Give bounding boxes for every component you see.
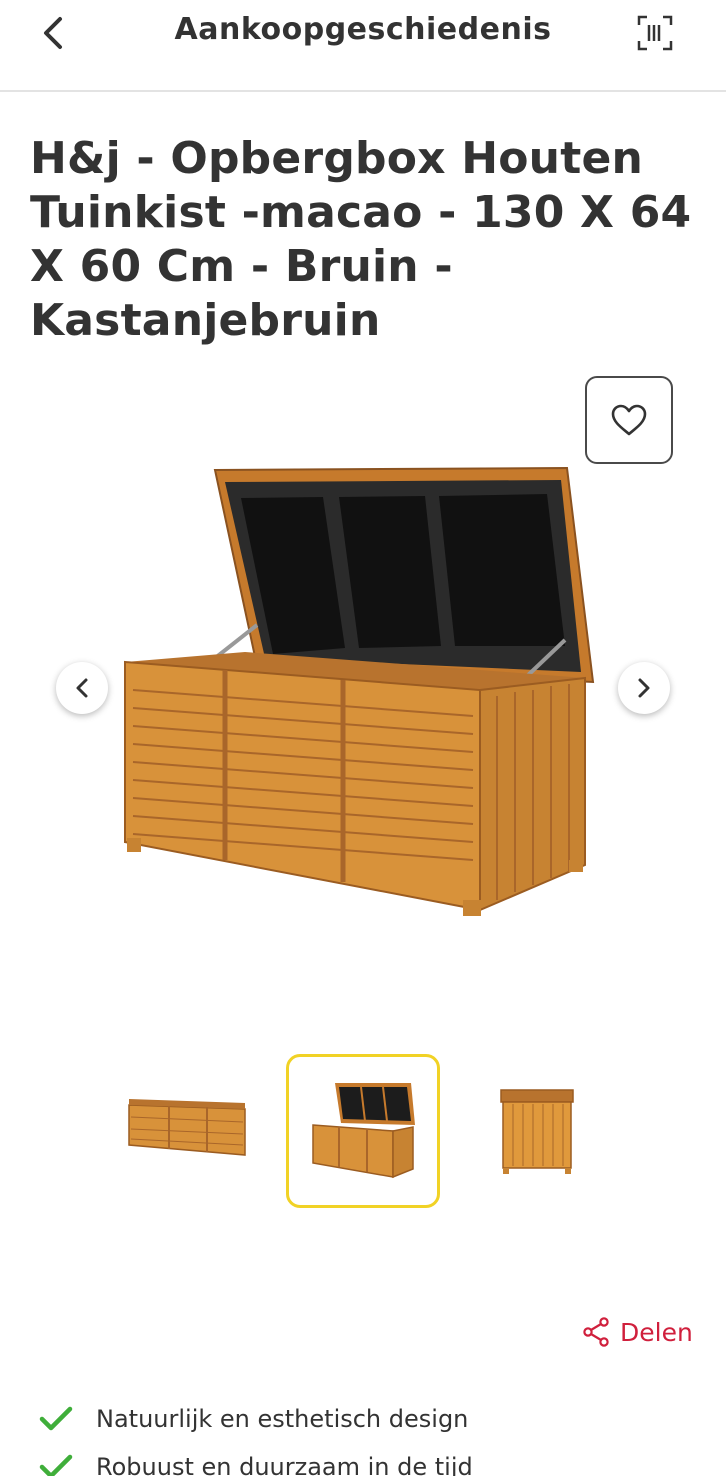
checkmark-icon	[38, 1401, 74, 1437]
barcode-scan-icon	[637, 15, 673, 51]
feature-text: Robuust en duurzaam in de tijd	[96, 1453, 473, 1476]
feature-text: Natuurlijk en esthetisch design	[96, 1405, 469, 1433]
thumbnail-image	[500, 1089, 574, 1174]
gallery-prev-button[interactable]	[56, 662, 108, 714]
gallery-next-button[interactable]	[618, 662, 670, 714]
feature-item: Robuust en duurzaam in de tijd	[38, 1446, 698, 1476]
chevron-left-icon	[44, 17, 62, 49]
product-main-image	[124, 466, 595, 916]
share-icon	[583, 1317, 609, 1347]
chevron-left-icon	[76, 678, 88, 698]
barcode-scan-button[interactable]	[632, 10, 678, 56]
heart-icon	[611, 404, 647, 436]
thumbnail-image	[312, 1083, 415, 1179]
chevron-right-icon	[638, 678, 650, 698]
page-title: Aankoopgeschiedenis	[174, 12, 552, 47]
share-label: Delen	[620, 1317, 693, 1347]
thumbnail-image	[128, 1099, 246, 1156]
app-header: Aankoopgeschiedenis	[0, 0, 726, 92]
product-title: H&j - Opbergbox Houten Tuinkist -macao -…	[30, 133, 692, 346]
gallery-thumbnail-selected[interactable]	[286, 1054, 440, 1208]
back-button[interactable]	[30, 10, 76, 56]
share-button[interactable]: Delen	[582, 1314, 693, 1350]
checkmark-icon	[38, 1449, 74, 1476]
feature-list: Natuurlijk en esthetisch design Robuust …	[38, 1398, 698, 1476]
gallery-thumbnail[interactable]	[110, 1054, 264, 1208]
gallery-thumbnail[interactable]	[460, 1054, 614, 1208]
feature-item: Natuurlijk en esthetisch design	[38, 1398, 698, 1440]
